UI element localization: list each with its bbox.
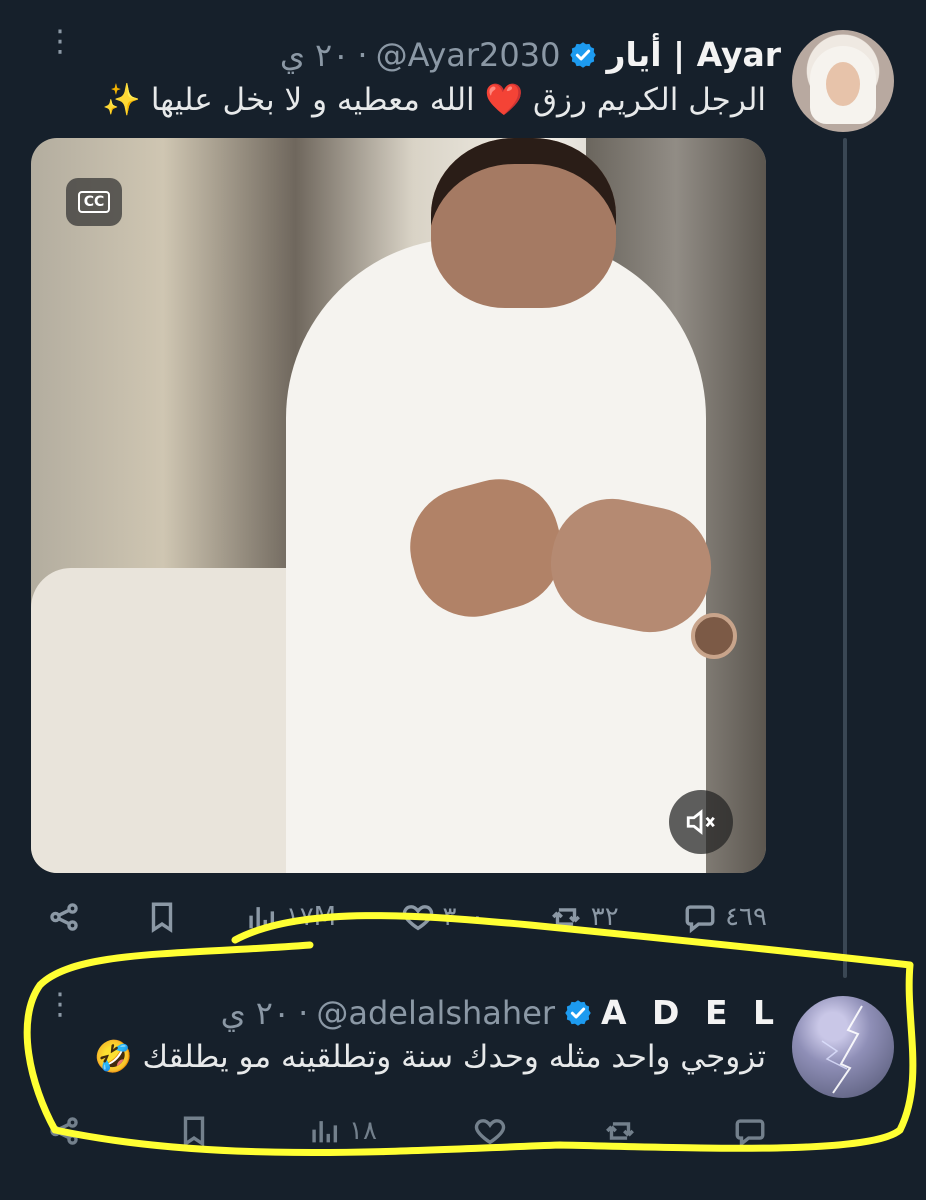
bookmark-icon: [152, 902, 173, 933]
retweet-icon: [605, 1122, 634, 1140]
replies-count: ٤٦٩: [725, 902, 767, 932]
verified-icon: [570, 41, 597, 68]
reply-handle[interactable]: @adelalshaher: [316, 994, 555, 1032]
reply-like-button[interactable]: [473, 1114, 507, 1148]
tweet-text: الرجل الكريم رزق ❤️ الله معطيه و لا بخل …: [102, 82, 766, 118]
share-icon: [50, 903, 78, 931]
bookmark-button[interactable]: [145, 900, 179, 934]
retweet-button[interactable]: ٣٢: [549, 900, 619, 934]
tweet-handle[interactable]: @Ayar2030: [376, 36, 561, 74]
tweet-video[interactable]: [31, 138, 766, 873]
reply-bookmark-button[interactable]: [177, 1114, 211, 1148]
share-icon: [50, 1117, 78, 1145]
reply-reply-button[interactable]: [733, 1114, 767, 1148]
reply-separator: ·: [298, 993, 309, 1032]
lightning-avatar-art: [821, 1005, 863, 1094]
reply-views-button[interactable]: ١٨: [307, 1114, 377, 1148]
like-icon: [474, 1119, 506, 1145]
reply-retweet-button[interactable]: [603, 1114, 637, 1148]
tweet-separator: ·: [357, 35, 368, 74]
views-icon: [312, 1121, 338, 1143]
cc-icon[interactable]: CC: [66, 178, 122, 226]
reply-header: ٢٠ ي · @adelalshaher A D E L: [221, 993, 781, 1032]
views-count: ١٧M: [285, 902, 337, 932]
reply-author-name[interactable]: A D E L: [601, 993, 781, 1032]
like-button[interactable]: ٣٠٠: [401, 900, 485, 934]
views-button[interactable]: ١٧M: [244, 900, 336, 934]
tweet-author-name[interactable]: أيار | Ayar: [606, 35, 781, 74]
avatar-face: [826, 62, 860, 106]
retweets-count: ٣٢: [590, 902, 619, 932]
cc-label: CC: [77, 191, 111, 213]
like-icon: [402, 905, 433, 931]
tweet-time: ٢٠ ي: [279, 35, 350, 74]
share-button[interactable]: [47, 900, 81, 934]
views-icon: [249, 907, 274, 929]
ayar-avatar[interactable]: [792, 30, 894, 132]
reply-time: ٢٠ ي: [220, 993, 291, 1032]
bookmark-icon: [183, 1116, 205, 1147]
speaker-muted-icon: [686, 809, 715, 835]
retweet-icon: [551, 908, 580, 926]
video-watch: [691, 613, 737, 659]
adel-avatar[interactable]: [792, 996, 894, 1098]
reply-more-icon[interactable]: ⋮: [45, 990, 75, 1020]
reply-button[interactable]: ٤٦٩: [683, 900, 767, 934]
reply-verified-icon: [565, 999, 591, 1026]
reply-views-count: ١٨: [349, 1116, 377, 1146]
video-person-head: [431, 138, 616, 308]
tweet-action-bar: ١٧M ٣٠٠ ٣٢ ٤٦٩: [47, 900, 767, 934]
reply-icon: [685, 905, 715, 934]
tweet-header: ٢٠ ي · @Ayar2030 أيار | Ayar: [280, 35, 781, 74]
more-icon[interactable]: ⋮: [45, 27, 75, 57]
reply-share-button[interactable]: [47, 1114, 81, 1148]
mute-icon[interactable]: [669, 790, 733, 854]
thread-line: [843, 138, 847, 978]
reply-action-bar: ١٨: [47, 1114, 767, 1148]
reply-text: تزوجي واحد مثله وحدك سنة وتطلقينه مو يطل…: [94, 1039, 766, 1075]
reply-icon: [735, 1119, 765, 1148]
likes-count: ٣٠٠: [442, 902, 485, 932]
